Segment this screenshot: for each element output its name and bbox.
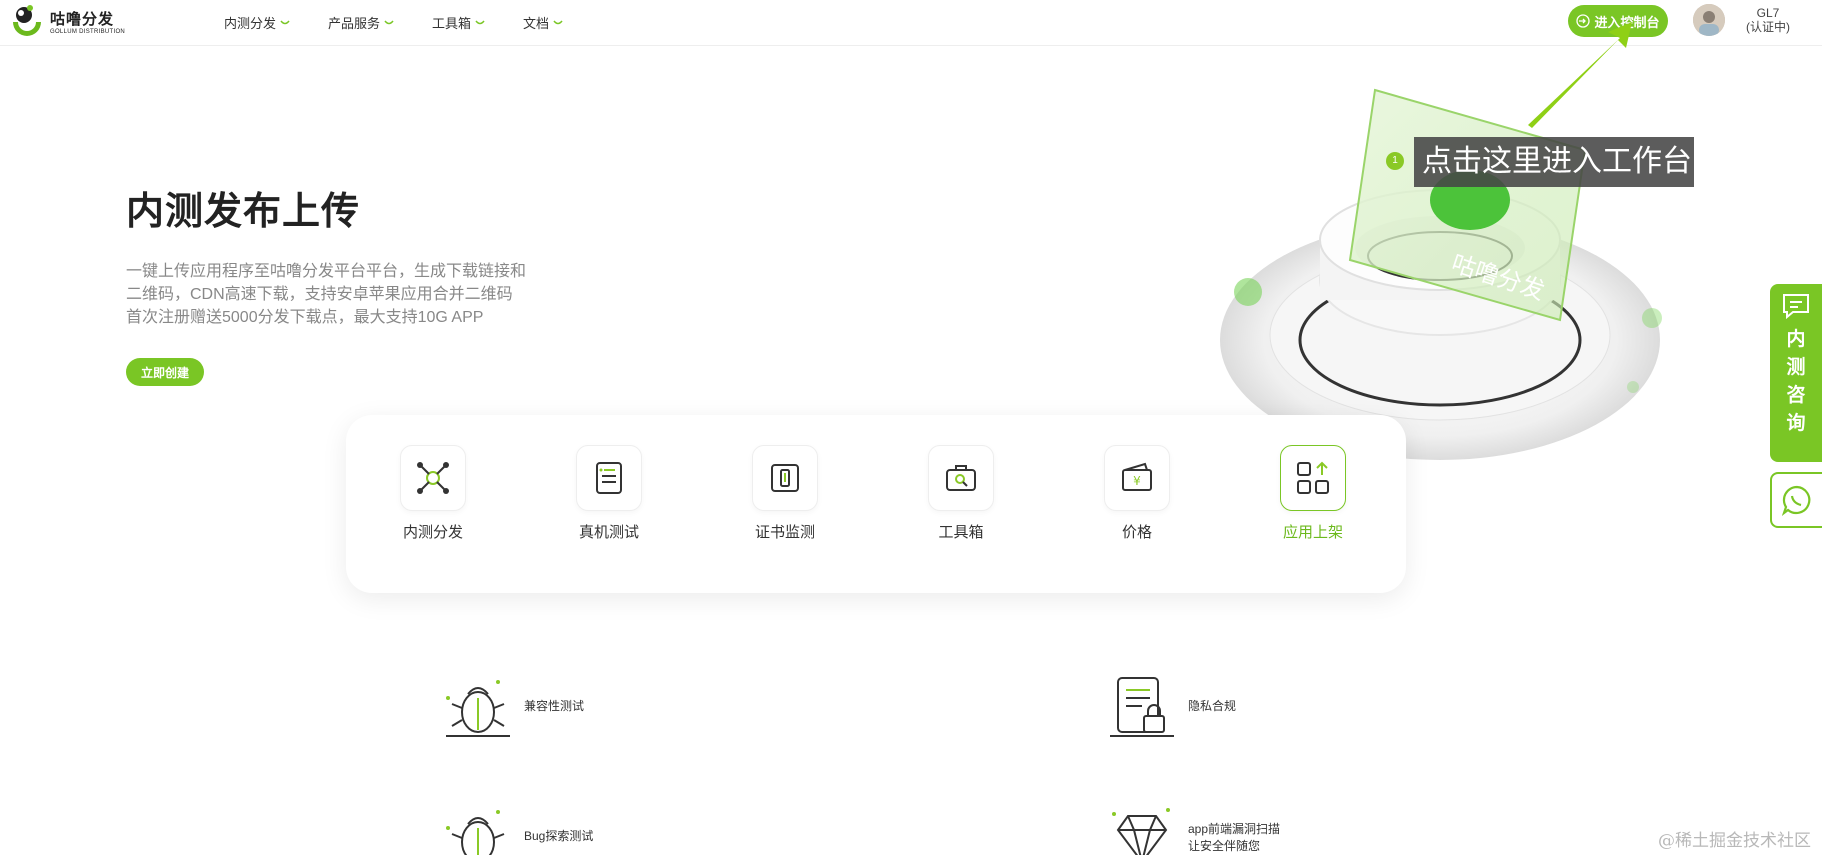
- price-icon: ¥: [1104, 445, 1170, 511]
- logo-name: 咕噜分发: [50, 10, 115, 28]
- service-label-line: app前端漏洞扫描: [1188, 822, 1281, 836]
- nav-label: 内测分发: [224, 16, 277, 31]
- message-icon: [1783, 294, 1809, 320]
- feature-toolbox[interactable]: 工具箱: [911, 445, 1011, 542]
- service-privacy-compliance[interactable]: 隐私合规: [1104, 668, 1236, 744]
- feature-app-publish[interactable]: 应用上架: [1263, 445, 1363, 542]
- chevron-down-icon: [280, 20, 290, 24]
- user-info[interactable]: GL7 (认证中): [1738, 6, 1798, 34]
- service-label-line: 让安全伴随您: [1188, 839, 1261, 853]
- nav-products[interactable]: 产品服务: [328, 13, 394, 32]
- consult-float-button[interactable]: 内 测 咨 询: [1770, 284, 1822, 462]
- device-test-icon: [576, 445, 642, 511]
- watermark: @稀土掘金技术社区: [1658, 831, 1811, 851]
- service-compatibility-test[interactable]: 兼容性测试: [440, 668, 584, 744]
- feature-label: 内测分发: [402, 524, 463, 541]
- toolbox-icon: [928, 445, 994, 511]
- nav-label: 文档: [523, 16, 550, 31]
- nav-label: 产品服务: [328, 16, 381, 31]
- service-label: Bug探索测试: [524, 828, 594, 843]
- guide-tooltip: 点击这里进入工作台: [1414, 137, 1694, 187]
- main-nav: 内测分发 产品服务 工具箱 文档: [224, 13, 563, 32]
- feature-label: 价格: [1121, 524, 1152, 541]
- service-label: 兼容性测试: [524, 698, 585, 713]
- create-now-button[interactable]: 立即创建: [126, 358, 204, 386]
- feature-label: 应用上架: [1282, 524, 1343, 541]
- avatar[interactable]: [1693, 4, 1725, 36]
- logo-subtitle: GOLLUM DISTRIBUTION: [50, 28, 126, 35]
- feature-label: 真机测试: [578, 524, 639, 541]
- privacy-lock-icon: [1110, 677, 1174, 737]
- nav-label: 工具箱: [432, 16, 472, 31]
- chat-float-button[interactable]: [1770, 472, 1822, 528]
- diamond-icon: [1112, 808, 1170, 855]
- bug-icon: [446, 680, 510, 737]
- nav-docs[interactable]: 文档: [523, 13, 563, 32]
- hero-description: 一键上传应用程序至咕噜分发平台平台，生成下载链接和 二维码，CDN高速下载，支持…: [126, 260, 586, 329]
- hero-title: 内测发布上传: [126, 191, 361, 233]
- service-bug-exploration[interactable]: Bug探索测试: [440, 798, 593, 855]
- hero-desc-line: 一键上传应用程序至咕噜分发平台平台，生成下载链接和: [126, 263, 527, 280]
- certificate-icon: [752, 445, 818, 511]
- distribution-icon: [400, 445, 466, 511]
- service-vulnerability-scan[interactable]: app前端漏洞扫描 让安全伴随您: [1104, 800, 1280, 855]
- svg-text:¥: ¥: [1133, 474, 1141, 488]
- chevron-down-icon: [553, 20, 563, 24]
- feature-internal-distribution[interactable]: 内测分发: [383, 445, 483, 542]
- nav-toolbox[interactable]: 工具箱: [432, 13, 485, 32]
- app-publish-icon: [1280, 445, 1346, 511]
- bug-icon: [446, 810, 505, 855]
- service-label: 隐私合规: [1188, 698, 1237, 713]
- chevron-down-icon: [475, 20, 485, 24]
- chevron-down-icon: [384, 20, 394, 24]
- consult-char: 询: [1786, 413, 1806, 434]
- chat-bubble-icon: [1781, 485, 1811, 516]
- feature-price[interactable]: ¥ 价格: [1087, 445, 1187, 542]
- hero-desc-line: 二维码，CDN高速下载，支持安卓苹果应用合并二维码: [126, 286, 513, 303]
- user-name: GL7: [1756, 6, 1780, 20]
- feature-device-test[interactable]: 真机测试: [559, 445, 659, 542]
- step-badge: 1: [1386, 152, 1404, 170]
- nav-internal-test[interactable]: 内测分发: [224, 13, 290, 32]
- user-status: (认证中): [1746, 20, 1790, 34]
- hero-desc-line: 首次注册赠送5000分发下载点，最大支持10G APP: [126, 309, 484, 326]
- consult-char: 咨: [1786, 385, 1806, 406]
- logo[interactable]: 咕噜分发 GOLLUM DISTRIBUTION: [8, 2, 125, 40]
- feature-card: 内测分发 真机测试 证书监测 工具箱 ¥ 价格 应用上架: [346, 415, 1406, 593]
- logo-mark-icon: [8, 2, 46, 40]
- feature-label: 工具箱: [938, 524, 984, 541]
- service-label-multiline: app前端漏洞扫描 让安全伴随您: [1188, 821, 1280, 855]
- consult-text: 内 测 咨 询: [1786, 326, 1806, 438]
- consult-char: 测: [1786, 357, 1806, 378]
- pointer-arrow-icon: [1528, 22, 1632, 128]
- consult-char: 内: [1786, 329, 1806, 350]
- feature-label: 证书监测: [754, 524, 815, 541]
- feature-certificate-monitor[interactable]: 证书监测: [735, 445, 835, 542]
